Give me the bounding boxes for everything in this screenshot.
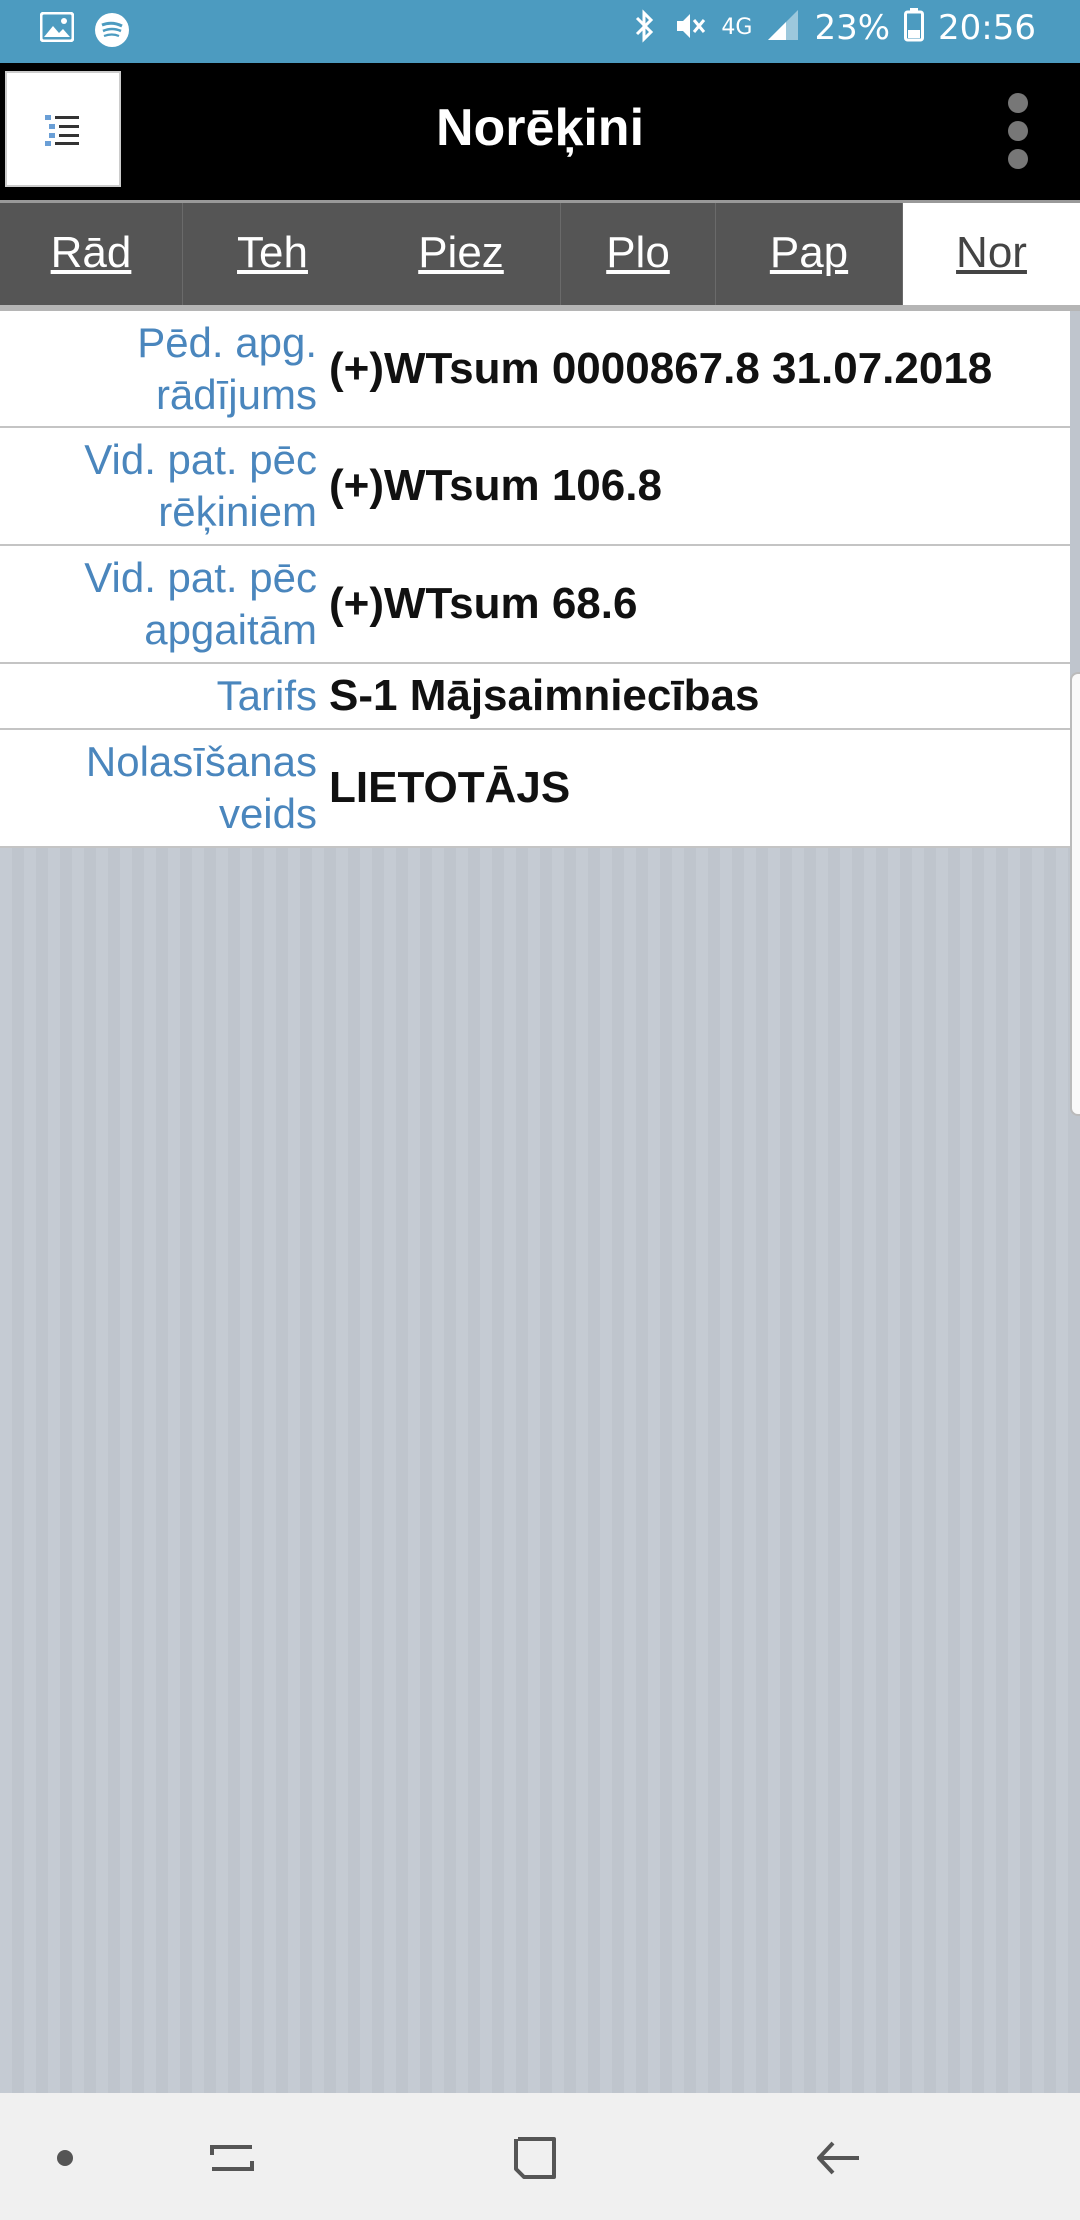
list-icon (45, 115, 79, 146)
battery-icon (904, 8, 925, 48)
status-bar: 4G 23% 20:56 (0, 0, 1080, 63)
table-row: Pēd. apg. rādījums (+)WTsum 0000867.8 31.… (0, 311, 1070, 428)
row-label: Nolasīšanas veids (85, 738, 317, 837)
row-value: (+)WTsum 106.8 (329, 461, 662, 510)
tab-teh[interactable]: Teh (183, 203, 362, 305)
row-value: (+)WTsum 0000867.8 31.07.2018 (329, 343, 993, 393)
tab-piez[interactable]: Piez (362, 203, 561, 305)
row-value: (+)WTsum 68.6 (329, 579, 638, 628)
battery-percent: 23% (814, 8, 891, 48)
menu-button[interactable] (5, 71, 121, 187)
tab-bar: Rād Teh Piez Plo Pap Nor (0, 200, 1080, 308)
row-label: Vid. pat. pēc rēķiniem (84, 436, 317, 535)
page-title: Norēķini (435, 99, 645, 157)
row-label: Pēd. apg. rādījums (137, 318, 317, 418)
mute-icon (671, 8, 707, 48)
tab-nor[interactable]: Nor (903, 203, 1080, 305)
spotify-icon (94, 12, 130, 52)
tab-pap[interactable]: Pap (716, 203, 903, 305)
clock: 20:56 (938, 8, 1036, 48)
recents-icon[interactable] (198, 2123, 268, 2193)
bluetooth-icon (633, 8, 657, 48)
more-vert-icon[interactable] (1006, 93, 1030, 169)
scrollbar[interactable] (1070, 672, 1080, 1116)
back-icon[interactable] (803, 2123, 873, 2193)
row-value: LIETOTĀJS (329, 763, 571, 812)
gallery-icon (40, 12, 74, 52)
table-row: Nolasīšanas veids LIETOTĀJS (0, 730, 1070, 848)
row-label: Tarifs (216, 672, 317, 719)
app-bar: Norēķini (0, 63, 1080, 200)
table-row: Vid. pat. pēc apgaitām (+)WTsum 68.6 (0, 546, 1070, 664)
table-row: Vid. pat. pēc rēķiniem (+)WTsum 106.8 (0, 428, 1070, 546)
tab-rad[interactable]: Rād (0, 203, 183, 305)
network-type: 4G (721, 15, 753, 40)
table-row: Tarifs S-1 Mājsaimniecības (0, 664, 1070, 730)
dot-icon[interactable] (30, 2123, 100, 2193)
info-table: Pēd. apg. rādījums (+)WTsum 0000867.8 31.… (0, 311, 1070, 848)
row-label: Vid. pat. pēc apgaitām (84, 554, 317, 653)
row-value: S-1 Mājsaimniecības (329, 671, 760, 720)
signal-icon (766, 8, 800, 48)
nav-bar (0, 2093, 1080, 2220)
tab-plo[interactable]: Plo (561, 203, 716, 305)
home-icon[interactable] (500, 2123, 570, 2193)
